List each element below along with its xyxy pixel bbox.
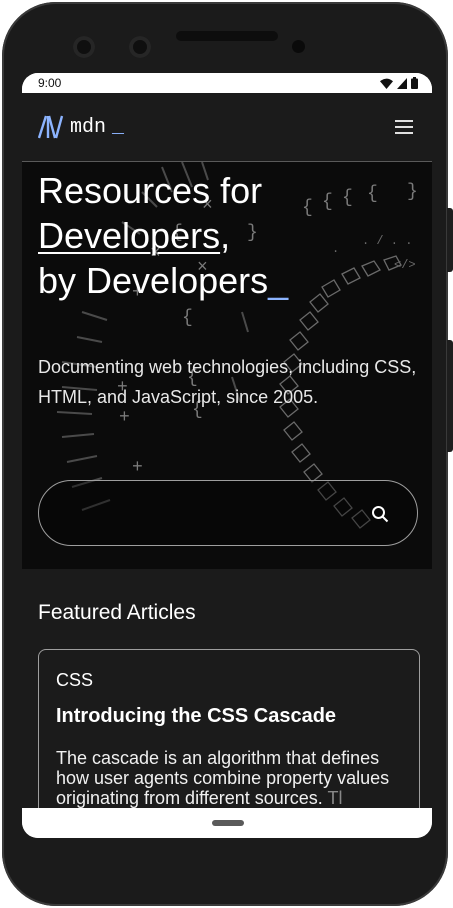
- svg-text:</>: </>: [394, 258, 416, 272]
- home-gesture-pill[interactable]: [212, 820, 244, 826]
- cellular-signal-icon: [397, 77, 407, 89]
- mdn-logo-mark-icon: [38, 115, 64, 139]
- svg-text:+: +: [132, 458, 143, 478]
- hero-title: Resources for Developers, by Developers_: [38, 168, 288, 303]
- front-camera: [129, 36, 151, 58]
- article-tag: CSS: [56, 670, 94, 690]
- earpiece-speaker: [176, 31, 278, 41]
- article-excerpt: The cascade is an algorithm that defines…: [56, 748, 402, 808]
- article-excerpt-fade: Tl: [327, 788, 343, 808]
- proximity-sensor: [292, 40, 305, 53]
- article-card[interactable]: CSS Introducing the CSS Cascade The casc…: [38, 649, 420, 808]
- logo-text: mdn: [70, 115, 107, 139]
- hero-section: {{{{} × + × + + + ×{{ }{{. / . . </> . …: [22, 162, 432, 569]
- article-title: Introducing the CSS Cascade: [56, 705, 337, 727]
- status-time: 9:00: [38, 76, 62, 90]
- svg-text:{: {: [182, 308, 193, 328]
- search-box[interactable]: [38, 480, 418, 547]
- power-button: [447, 208, 453, 272]
- logo-underscore: _: [112, 115, 125, 139]
- status-icons: [380, 77, 418, 89]
- site-header: mdn _: [22, 93, 432, 162]
- hero-title-caret: _: [268, 260, 289, 301]
- hero-title-developers: Developers: [38, 215, 221, 256]
- featured-articles-heading: Featured Articles: [38, 601, 196, 624]
- status-bar: 9:00: [22, 73, 432, 93]
- device-screen: 9:00 mdn _ {{{{} × + × + + + × {{}…: [22, 73, 432, 838]
- hero-title-by-developers: by Developers: [38, 260, 269, 301]
- hero-title-line-2: Developers,: [38, 213, 288, 258]
- front-sensor-left: [73, 36, 95, 58]
- search-icon[interactable]: [371, 505, 389, 523]
- hero-title-line-1: Resources for: [38, 170, 263, 211]
- hero-title-line-3: by Developers_: [38, 258, 288, 303]
- svg-text:.: .: [332, 242, 339, 256]
- featured-articles-section: Featured Articles CSS Introducing the CS…: [22, 569, 432, 808]
- phone-frame: 9:00 mdn _ {{{{} × + × + + + × {{}…: [2, 2, 448, 906]
- battery-icon: [411, 77, 418, 89]
- svg-text:{: {: [302, 198, 313, 218]
- svg-text:{: {: [342, 188, 353, 208]
- svg-text:. / . .: . / . .: [362, 234, 412, 248]
- mdn-logo[interactable]: mdn _: [38, 115, 124, 139]
- web-page: mdn _ {{{{} × + × + + + × {{} {{…: [22, 93, 432, 808]
- wifi-icon: [380, 78, 393, 89]
- volume-button: [447, 340, 453, 452]
- svg-text:{: {: [322, 192, 333, 212]
- hero-description: Documenting web technologies, including …: [38, 357, 417, 407]
- svg-text:{: {: [367, 184, 378, 204]
- search-input[interactable]: [59, 481, 363, 547]
- hamburger-menu-icon[interactable]: [392, 115, 416, 139]
- gesture-nav-bar: [22, 808, 432, 838]
- hero-title-comma: ,: [220, 215, 231, 256]
- svg-text:}: }: [407, 182, 418, 202]
